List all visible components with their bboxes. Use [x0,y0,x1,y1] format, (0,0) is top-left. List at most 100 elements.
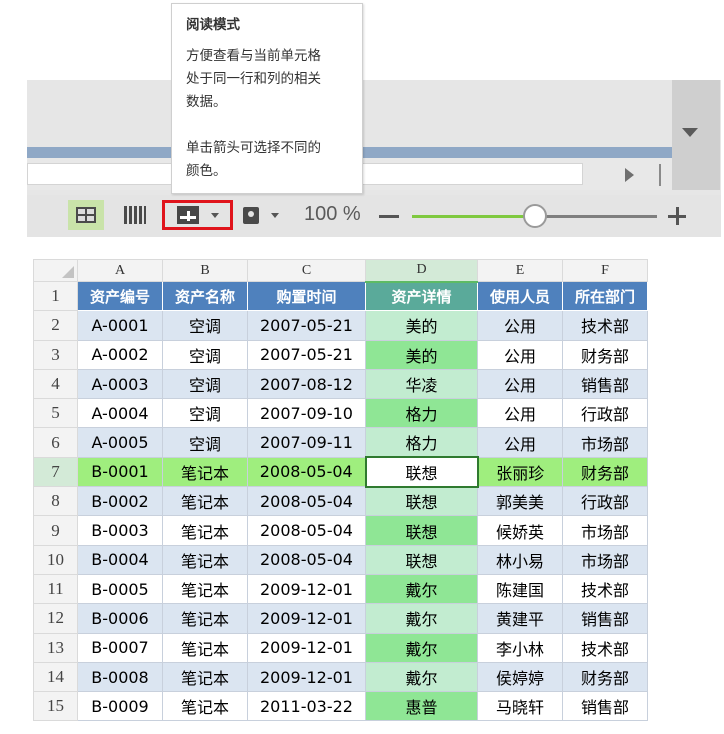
column-header-b[interactable]: B [162,259,248,282]
table-cell[interactable]: 格力 [365,398,478,429]
table-cell[interactable]: 行政部 [562,486,648,517]
protect-view-button[interactable] [236,200,286,230]
table-cell[interactable]: 陈建国 [477,573,563,605]
table-cell[interactable]: 2007-09-10 [247,398,366,429]
table-cell[interactable]: 财务部 [562,456,648,488]
row-header[interactable]: 14 [33,661,78,693]
table-cell[interactable]: 2007-05-21 [247,339,366,370]
column-header-d[interactable]: D [365,259,478,283]
table-cell[interactable]: 2008-05-04 [247,486,366,517]
table-cell[interactable]: 技术部 [562,632,648,663]
table-cell[interactable]: 美的 [365,339,478,370]
table-cell[interactable]: 公用 [477,339,563,370]
header-cell[interactable]: 所在部门 [562,280,648,312]
table-cell[interactable]: 2009-12-01 [247,632,366,663]
table-cell[interactable]: 华凌 [365,368,478,400]
header-cell[interactable]: 使用人员 [477,280,563,312]
row-header[interactable]: 15 [33,691,78,722]
table-cell[interactable]: 美的 [365,310,478,341]
zoom-in-icon[interactable] [668,207,686,225]
scroll-right-arrow-icon[interactable] [625,168,634,182]
table-cell[interactable]: 戴尔 [365,573,478,605]
row-header[interactable]: 2 [33,310,78,341]
reading-mode-button[interactable] [162,200,233,230]
table-cell[interactable]: 戴尔 [365,603,478,634]
table-cell[interactable]: 2008-05-04 [247,515,366,546]
table-cell[interactable]: 2009-12-01 [247,603,366,634]
table-cell[interactable]: 笔记本 [162,632,248,663]
table-cell[interactable]: 黄建平 [477,603,563,634]
header-cell[interactable]: 资产编号 [77,280,163,312]
row-header[interactable]: 11 [33,573,78,605]
column-header-e[interactable]: E [477,259,563,282]
table-cell[interactable]: 笔记本 [162,544,248,575]
table-cell[interactable]: 销售部 [562,368,648,400]
protect-dropdown-arrow-icon[interactable] [271,212,279,218]
table-cell[interactable]: 公用 [477,310,563,341]
table-cell[interactable]: 郭美美 [477,486,563,517]
header-cell[interactable]: 资产详情 [365,280,478,312]
table-cell[interactable]: 林小易 [477,544,563,575]
selected-cell[interactable]: 联想 [364,456,479,488]
table-cell[interactable]: 财务部 [562,661,648,693]
table-cell[interactable]: B-0003 [77,515,163,546]
table-cell[interactable]: 格力 [365,427,478,458]
row-header[interactable]: 5 [33,398,78,429]
table-cell[interactable]: 技术部 [562,310,648,341]
zoom-slider-thumb[interactable] [523,204,547,228]
row-header[interactable]: 1 [33,280,78,312]
table-cell[interactable]: 空调 [162,310,248,341]
table-cell[interactable]: 笔记本 [162,486,248,517]
table-cell[interactable]: 空调 [162,427,248,458]
scroll-down-arrow-icon[interactable] [682,128,698,137]
table-cell[interactable]: 空调 [162,339,248,370]
row-header[interactable]: 4 [33,368,78,400]
table-cell[interactable]: B-0007 [77,632,163,663]
table-cell[interactable]: 市场部 [562,427,648,458]
table-cell[interactable]: A-0002 [77,339,163,370]
column-header-a[interactable]: A [77,259,163,282]
table-cell[interactable]: B-0009 [77,691,163,722]
table-cell[interactable]: 联想 [365,515,478,546]
table-cell[interactable]: 公用 [477,427,563,458]
header-cell[interactable]: 资产名称 [162,280,248,312]
column-header-c[interactable]: C [247,259,366,282]
row-header[interactable]: 7 [33,456,78,488]
reading-mode-dropdown-arrow-icon[interactable] [210,212,219,218]
row-header[interactable]: 10 [33,544,78,575]
select-all-corner[interactable] [33,259,78,282]
table-cell[interactable]: 销售部 [562,603,648,634]
table-cell[interactable]: 市场部 [562,544,648,575]
table-cell[interactable]: B-0004 [77,544,163,575]
table-cell[interactable]: 笔记本 [162,573,248,605]
table-cell[interactable]: 马晓轩 [477,691,563,722]
table-cell[interactable]: 2009-12-01 [247,573,366,605]
table-cell[interactable]: A-0005 [77,427,163,458]
page-break-view-button[interactable] [117,200,153,230]
table-cell[interactable]: A-0003 [77,368,163,400]
table-cell[interactable]: 李小林 [477,632,563,663]
table-cell[interactable]: 行政部 [562,398,648,429]
table-cell[interactable]: 2009-12-01 [247,661,366,693]
table-cell[interactable]: 2007-09-11 [247,427,366,458]
table-cell[interactable]: B-0008 [77,661,163,693]
table-cell[interactable]: 公用 [477,398,563,429]
header-cell[interactable]: 购置时间 [247,280,366,312]
row-header[interactable]: 3 [33,339,78,370]
table-cell[interactable]: B-0001 [77,456,163,488]
table-cell[interactable]: 空调 [162,398,248,429]
table-cell[interactable]: B-0006 [77,603,163,634]
table-cell[interactable]: 联想 [365,486,478,517]
table-cell[interactable]: 候娇英 [477,515,563,546]
row-header[interactable]: 12 [33,603,78,634]
table-cell[interactable]: 2008-05-04 [247,544,366,575]
row-header[interactable]: 9 [33,515,78,546]
table-cell[interactable]: 2011-03-22 [247,691,366,722]
row-header[interactable]: 8 [33,486,78,517]
table-cell[interactable]: 联想 [365,544,478,575]
table-cell[interactable]: 笔记本 [162,691,248,722]
table-cell[interactable]: A-0004 [77,398,163,429]
table-cell[interactable]: 市场部 [562,515,648,546]
table-cell[interactable]: 笔记本 [162,603,248,634]
table-cell[interactable]: 2007-08-12 [247,368,366,400]
